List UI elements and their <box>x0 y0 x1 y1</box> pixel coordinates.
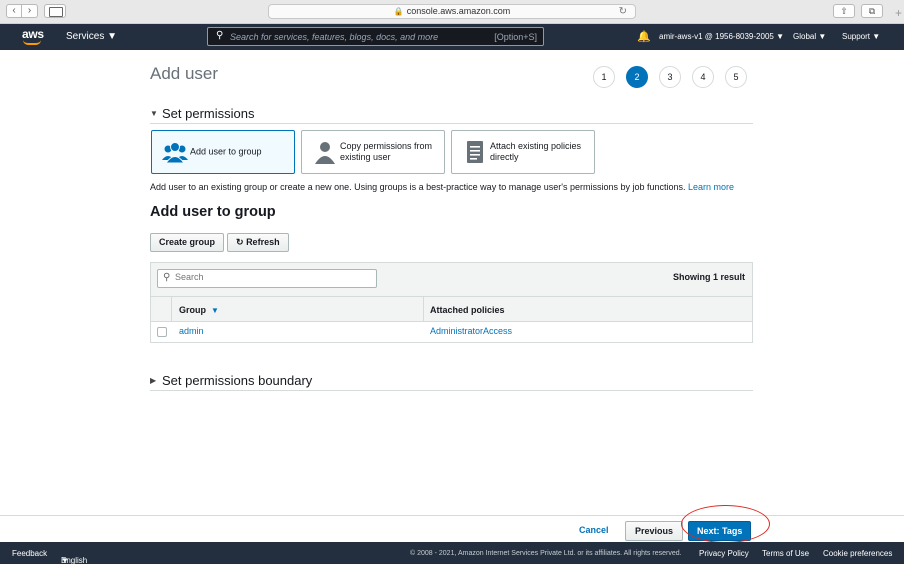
bell-icon[interactable]: 🔔 <box>637 30 651 43</box>
option-add-user-to-group[interactable]: Add user to group <box>151 130 295 174</box>
wizard-steps: 1 2 3 4 5 <box>593 66 758 88</box>
aws-logo[interactable]: aws <box>22 27 44 45</box>
table-toolbar: ⚲ Showing 1 result <box>151 263 752 297</box>
caret-down-icon: ▼ <box>150 109 158 118</box>
account-menu[interactable]: amir-aws-v1 @ 1956-8039-2005 ▼ <box>659 32 784 41</box>
group-search-input[interactable] <box>175 272 371 282</box>
permissions-boundary-heading: Set permissions boundary <box>162 373 313 388</box>
services-menu[interactable]: Services ▼ <box>66 31 117 42</box>
column-header-policies: Attached policies <box>430 305 505 315</box>
column-header-group-label: Group <box>179 305 206 315</box>
search-icon: ⚲ <box>163 272 171 283</box>
feedback-link[interactable]: Feedback <box>12 549 47 558</box>
option-label: Add user to group <box>190 146 262 157</box>
sort-down-icon[interactable]: ▼ <box>211 306 219 315</box>
step-1[interactable]: 1 <box>593 66 615 88</box>
support-label: Support <box>842 32 871 41</box>
aws-smile-icon <box>23 40 41 45</box>
refresh-button[interactable]: ↻ Refresh <box>227 233 289 252</box>
account-label: amir-aws-v1 @ 1956-8039-2005 <box>659 32 774 41</box>
caret-down-icon: ▼ <box>872 32 881 41</box>
caret-right-icon: ▶ <box>150 376 157 385</box>
option-label: Copy permissions from existing user <box>340 141 433 162</box>
document-icon <box>467 141 483 163</box>
back-arrow-icon[interactable]: ‹ <box>6 4 22 18</box>
search-shortcut: [Option+S] <box>494 32 537 42</box>
create-group-button[interactable]: Create group <box>150 233 225 252</box>
policy-link[interactable]: AdministratorAccess <box>430 326 512 336</box>
learn-more-link[interactable]: Learn more <box>688 182 734 192</box>
forward-arrow-icon[interactable]: › <box>22 4 38 18</box>
browser-toolbar: ‹ › 🔒 console.aws.amazon.com ↻ ⇧ ⧉ + <box>0 0 904 24</box>
browser-nav-buttons: ‹ › <box>6 4 38 18</box>
privacy-policy-link[interactable]: Privacy Policy <box>699 549 749 558</box>
column-header-group[interactable]: Group ▼ <box>179 305 219 315</box>
step-2[interactable]: 2 <box>626 66 648 88</box>
row-checkbox[interactable] <box>157 327 167 337</box>
add-user-to-group-title: Add user to group <box>150 204 276 220</box>
support-menu[interactable]: Support ▼ <box>842 32 880 41</box>
result-count: Showing 1 result <box>672 272 745 282</box>
set-permissions-heading: Set permissions <box>162 106 255 121</box>
page-title: Add user <box>150 64 219 83</box>
description-text: Add user to an existing group or create … <box>150 182 686 192</box>
new-tab-icon[interactable]: + <box>895 6 902 20</box>
table-row[interactable]: admin AdministratorAccess <box>151 322 752 342</box>
step-5[interactable]: 5 <box>725 66 747 88</box>
share-icon[interactable]: ⇧ <box>833 4 855 18</box>
set-permissions-header[interactable]: ▼ Set permissions <box>150 106 753 124</box>
console-footer: Feedback English (US) ▼ © 2008 - 2021, A… <box>0 542 904 564</box>
previous-button[interactable]: Previous <box>625 521 684 541</box>
caret-down-icon: ▼ <box>776 32 784 41</box>
option-label: Attach existing policies directly <box>490 141 582 162</box>
user-icon <box>315 142 335 164</box>
step-3[interactable]: 3 <box>659 66 681 88</box>
region-menu[interactable]: Global ▼ <box>793 32 826 41</box>
url-text: console.aws.amazon.com <box>406 6 511 16</box>
caret-down-icon: ▼ <box>107 31 118 42</box>
terms-of-use-link[interactable]: Terms of Use <box>762 549 809 558</box>
annotation-circle <box>681 505 770 543</box>
column-divider <box>423 297 424 322</box>
table-header: Group ▼ Attached policies <box>151 297 752 322</box>
aws-top-nav: aws Services ▼ ⚲ Search for services, fe… <box>0 24 904 50</box>
caret-down-icon: ▼ <box>818 32 827 41</box>
global-search-placeholder: Search for services, features, blogs, do… <box>230 32 439 42</box>
tabs-icon[interactable]: ⧉ <box>861 4 883 18</box>
reload-icon[interactable]: ↻ <box>619 5 627 18</box>
search-icon: ⚲ <box>216 30 224 41</box>
group-icon <box>162 142 188 164</box>
services-label: Services <box>66 31 105 42</box>
option-attach-policies[interactable]: Attach existing policies directly <box>451 130 595 174</box>
cookie-preferences-link[interactable]: Cookie preferences <box>823 549 892 558</box>
permissions-description: Add user to an existing group or create … <box>150 182 734 192</box>
caret-down-icon: ▼ <box>61 556 69 564</box>
region-label: Global <box>793 32 817 41</box>
group-search-box[interactable]: ⚲ <box>157 269 377 288</box>
lock-icon: 🔒 <box>393 7 404 16</box>
global-search[interactable]: ⚲ Search for services, features, blogs, … <box>207 27 544 46</box>
groups-table: ⚲ Showing 1 result Group ▼ Attached polic… <box>150 262 753 343</box>
permissions-boundary-header[interactable]: ▶ Set permissions boundary <box>150 373 753 391</box>
sidebar-toggle-icon[interactable] <box>44 4 66 18</box>
refresh-label: Refresh <box>246 237 280 247</box>
option-copy-permissions[interactable]: Copy permissions from existing user <box>301 130 445 174</box>
group-name-link[interactable]: admin <box>179 326 204 336</box>
cancel-button[interactable]: Cancel <box>579 525 609 535</box>
aws-logo-text: aws <box>22 27 44 41</box>
step-4[interactable]: 4 <box>692 66 714 88</box>
url-bar[interactable]: 🔒 console.aws.amazon.com ↻ <box>268 4 636 19</box>
copyright-text: © 2008 - 2021, Amazon Internet Services … <box>410 550 682 557</box>
refresh-icon: ↻ <box>236 237 244 247</box>
select-column-header <box>151 297 172 322</box>
